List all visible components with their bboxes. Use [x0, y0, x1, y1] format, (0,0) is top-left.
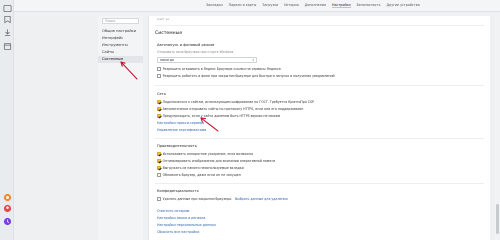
- browser-top-nav: Закладки Пароли и карты Загрузки История…: [14, 0, 500, 12]
- clear-history-link[interactable]: Очистить историю: [157, 209, 189, 213]
- autorun-option-1[interactable]: Разрешить открывать в Яндекс Браузере сс…: [157, 67, 281, 71]
- checkbox[interactable]: [157, 152, 161, 156]
- performance-title: Производительность: [157, 144, 198, 148]
- scrollbar[interactable]: [494, 16, 500, 240]
- performance-option-1[interactable]: Использовать аппаратное ускорение, если …: [157, 152, 253, 156]
- checkbox[interactable]: [157, 166, 161, 170]
- certificates-link[interactable]: Управление сертификатами: [157, 128, 206, 132]
- divider: [155, 25, 484, 26]
- cut-off-text: Сайт за: [157, 17, 170, 21]
- language-region-link[interactable]: Настройки языка и региона: [157, 216, 205, 220]
- sidebar-item-sites[interactable]: Сайты: [98, 49, 143, 56]
- sidebar-item-general[interactable]: Общие настройки: [98, 27, 143, 34]
- sidebar-item-tools[interactable]: Инструменты: [98, 41, 143, 48]
- divider: [155, 85, 484, 86]
- reset-settings-link[interactable]: Сбросить все настройки: [157, 230, 199, 234]
- option-label: Разрешить работать в фоне при закрытом б…: [162, 74, 335, 78]
- option-label: Удалять данные при закрытии браузера.: [162, 197, 233, 201]
- history-icon[interactable]: [3, 217, 12, 226]
- checkbox[interactable]: [157, 107, 161, 111]
- tab-bookmarks[interactable]: Закладки: [206, 3, 223, 8]
- autorun-label: Открывать окно браузера при старте Windo…: [157, 50, 234, 54]
- checkbox[interactable]: [157, 100, 161, 104]
- checkbox[interactable]: [157, 159, 161, 163]
- tab-passwords[interactable]: Пароли и карты: [229, 3, 257, 8]
- autorun-select[interactable]: никогда ▾: [157, 57, 257, 63]
- tab-downloads[interactable]: Загрузки: [262, 3, 278, 8]
- privacy-title: Конфиденциальность: [157, 189, 199, 193]
- divider: [155, 138, 484, 139]
- page-title: Системные: [155, 31, 183, 36]
- settings-panel: Сайт за Системные Автозапуск и фоновый р…: [148, 16, 490, 240]
- option-label: Использовать аппаратное ускорение, если …: [162, 152, 254, 156]
- option-label: Обновлять браузер, даже если он не запущ…: [162, 173, 241, 177]
- alice-icon[interactable]: [3, 193, 12, 202]
- checkbox[interactable]: [157, 173, 161, 177]
- option-label: Предупреждать, если у сайта доменом быть…: [162, 114, 281, 118]
- profile-icon[interactable]: [3, 204, 12, 213]
- network-title: Сеть: [157, 92, 166, 96]
- settings-sidebar: Поиск Общие настройки Интерфейс Инструме…: [98, 16, 143, 240]
- divider: [155, 183, 484, 184]
- tab-extensions[interactable]: Дополнения: [305, 3, 326, 8]
- sidebar-item-interface[interactable]: Интерфейс: [98, 34, 143, 41]
- performance-option-2[interactable]: Оптимизировать изображения для экономии …: [157, 159, 275, 163]
- select-data-link[interactable]: Выбрать данные для удаления: [235, 197, 288, 201]
- checkbox[interactable]: [157, 74, 161, 78]
- network-option-2[interactable]: Автоматически открывать сайты по протоко…: [157, 107, 304, 111]
- window-icon[interactable]: [3, 42, 12, 51]
- checkbox[interactable]: [157, 114, 161, 118]
- performance-option-4[interactable]: Обновлять браузер, даже если он не запущ…: [157, 173, 241, 177]
- tab-security[interactable]: Безопасность: [357, 3, 381, 8]
- personal-data-link[interactable]: Настройки персональных данных: [157, 223, 216, 227]
- option-label: Оптимизировать изображения для экономии …: [162, 159, 276, 163]
- privacy-option-1[interactable]: Удалять данные при закрытии браузера. Вы…: [157, 197, 288, 201]
- checkbox[interactable]: [157, 197, 161, 201]
- checkbox[interactable]: [157, 67, 161, 71]
- option-label: Выгружать из памяти неиспользуемые вклад…: [162, 166, 244, 170]
- chevron-down-icon: ▾: [252, 58, 254, 62]
- performance-option-3[interactable]: Выгружать из памяти неиспользуемые вклад…: [157, 166, 244, 170]
- collections-icon[interactable]: [3, 15, 12, 24]
- tab-icon[interactable]: [3, 4, 12, 13]
- downloads-icon[interactable]: [3, 28, 12, 37]
- proxy-settings-link[interactable]: Настройки прокси-сервера: [157, 121, 204, 125]
- tab-other-devices[interactable]: Другие устройства: [387, 3, 420, 8]
- option-label: Подключаться к сайтам, использующим шифр…: [162, 100, 314, 104]
- tab-history[interactable]: История: [284, 3, 298, 8]
- tab-settings[interactable]: Настройки: [332, 3, 351, 8]
- option-label: Разрешить открывать в Яндекс Браузере сс…: [162, 67, 281, 71]
- sidebar-item-system[interactable]: Системные: [98, 55, 143, 63]
- network-option-3[interactable]: Предупреждать, если у сайта доменом быть…: [157, 114, 280, 118]
- autorun-select-value: никогда: [160, 58, 174, 62]
- left-rail: [0, 0, 14, 240]
- network-option-1[interactable]: Подключаться к сайтам, использующим шифр…: [157, 100, 314, 104]
- autorun-option-2[interactable]: Разрешить работать в фоне при закрытом б…: [157, 74, 335, 78]
- scrollbar-thumb[interactable]: [495, 204, 499, 234]
- option-label: Автоматически открывать сайты по протоко…: [162, 107, 304, 111]
- autorun-title: Автозапуск и фоновый режим: [157, 43, 215, 47]
